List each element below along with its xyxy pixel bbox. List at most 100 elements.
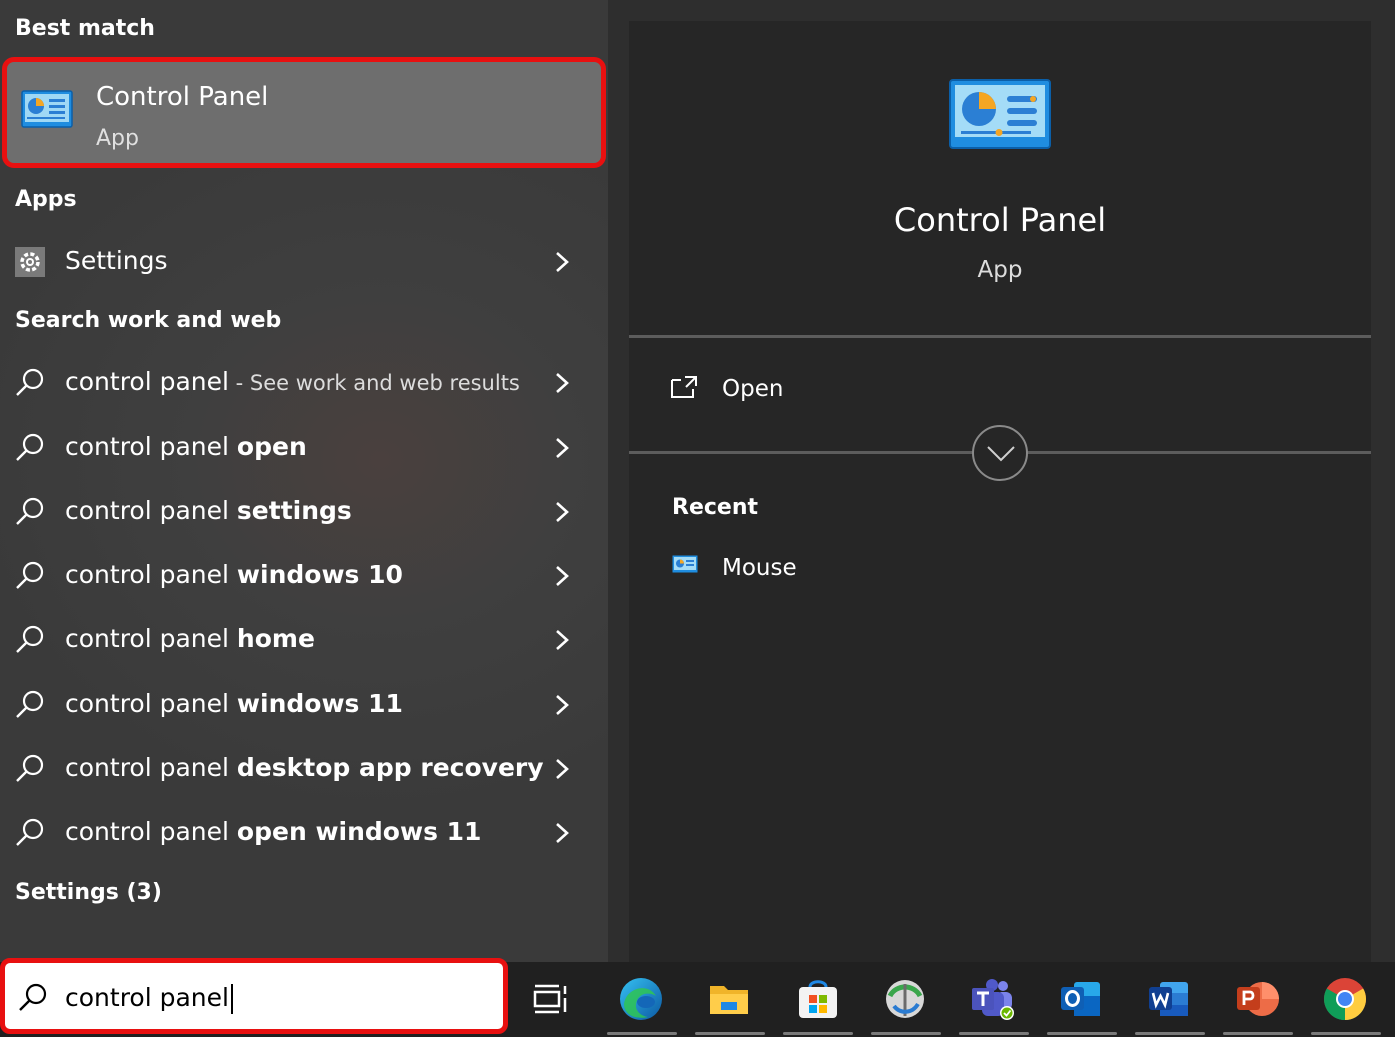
running-indicator [695, 1032, 765, 1035]
web-result-row[interactable]: control panel - See work and web results [0, 353, 600, 413]
web-result-query: control panel [65, 560, 237, 589]
control-panel-small-icon [672, 555, 698, 573]
web-result-query: control panel [65, 753, 237, 782]
chevron-right-icon[interactable] [552, 500, 572, 524]
web-result-suggestion: windows 11 [236, 689, 403, 718]
running-indicator [1223, 1032, 1293, 1035]
search-icon [16, 497, 44, 525]
running-indicator [871, 1032, 941, 1035]
web-result-text: control panel open windows 11 [65, 817, 481, 846]
search-input[interactable]: control panel [65, 983, 233, 1014]
running-indicator [1311, 1032, 1381, 1035]
control-panel-large-icon [949, 79, 1051, 149]
chevron-right-icon[interactable] [552, 821, 572, 845]
best-match-control-panel[interactable]: Control Panel App [2, 57, 606, 168]
web-result-query: control panel [65, 689, 237, 718]
web-result-suggestion: desktop app recovery [236, 753, 544, 782]
web-result-row[interactable]: control panel home [0, 610, 600, 670]
chevron-down-icon [987, 446, 1015, 462]
edge-icon[interactable] [618, 976, 664, 1022]
search-icon [16, 690, 44, 718]
search-icon [16, 818, 44, 846]
open-label: Open [722, 376, 784, 402]
outlook-icon[interactable] [1058, 976, 1104, 1022]
best-match-title: Control Panel [96, 82, 269, 112]
recent-header: Recent [672, 495, 759, 520]
chevron-right-icon[interactable] [552, 250, 572, 274]
chevron-right-icon[interactable] [552, 757, 572, 781]
expand-actions-button[interactable] [972, 425, 1028, 481]
best-match-subtitle: App [96, 126, 139, 151]
web-result-text: control panel open [65, 432, 307, 461]
running-indicator [959, 1032, 1029, 1035]
recent-item-label: Mouse [722, 555, 797, 581]
web-result-row[interactable]: control panel settings [0, 482, 600, 542]
preview-subtitle: App [977, 257, 1023, 283]
search-results-pane: Best match Control Panel App Apps Settin… [0, 0, 608, 962]
task-view-icon[interactable] [528, 976, 574, 1022]
preview-card: Control Panel App Open Recent Mouse [629, 21, 1371, 962]
best-match-header: Best match [15, 16, 155, 41]
chrome-icon[interactable] [1322, 976, 1368, 1022]
preview-title: Control Panel [893, 201, 1107, 239]
web-result-row[interactable]: control panel open [0, 418, 600, 478]
web-result-suggestion: open windows 11 [236, 817, 482, 846]
web-result-text: control panel home [65, 624, 315, 653]
microsoft-store-icon[interactable] [795, 976, 841, 1022]
taskbar: control panel [0, 958, 1395, 1037]
web-result-row[interactable]: control panel desktop app recovery [0, 739, 600, 799]
web-result-text: control panel desktop app recovery [65, 753, 544, 782]
running-indicator [607, 1032, 677, 1035]
preview-pane: Control Panel App Open Recent Mouse [608, 0, 1395, 962]
web-result-text: control panel windows 11 [65, 689, 403, 718]
chevron-right-icon[interactable] [552, 371, 572, 395]
text-caret [230, 984, 233, 1014]
running-indicator [1047, 1032, 1117, 1035]
web-result-query: control panel [65, 496, 237, 525]
divider [629, 335, 1371, 338]
teams-icon[interactable] [970, 976, 1016, 1022]
web-result-query: control panel [65, 367, 229, 396]
chevron-right-icon[interactable] [552, 436, 572, 460]
web-result-suggestion: home [236, 624, 315, 653]
web-result-text: control panel - See work and web results [65, 367, 520, 396]
powerpoint-icon[interactable] [1234, 976, 1280, 1022]
web-result-row[interactable]: control panel windows 11 [0, 675, 600, 735]
chevron-right-icon[interactable] [552, 693, 572, 717]
word-icon[interactable] [1146, 976, 1192, 1022]
file-explorer-icon[interactable] [706, 976, 752, 1022]
chevron-right-icon[interactable] [552, 564, 572, 588]
web-result-hint: - See work and web results [228, 371, 520, 395]
app-result-label: Settings [65, 246, 168, 275]
search-icon [16, 625, 44, 653]
web-result-text: control panel settings [65, 496, 352, 525]
apps-header: Apps [15, 187, 77, 212]
running-indicator [1135, 1032, 1205, 1035]
running-indicator [783, 1032, 853, 1035]
network-app-icon[interactable] [882, 976, 928, 1022]
control-panel-icon [21, 90, 73, 128]
web-result-row[interactable]: control panel windows 10 [0, 546, 600, 606]
recent-item-mouse[interactable]: Mouse [672, 549, 972, 589]
app-result-settings[interactable]: Settings [0, 232, 600, 292]
search-input-text: control panel [65, 983, 229, 1012]
search-icon [16, 433, 44, 461]
taskbar-search-box[interactable]: control panel [0, 958, 508, 1034]
search-icon [16, 561, 44, 589]
web-result-suggestion: windows 10 [236, 560, 403, 589]
web-result-suggestion: settings [236, 496, 352, 525]
search-web-header: Search work and web [15, 308, 282, 333]
open-external-icon [671, 376, 697, 398]
open-action[interactable]: Open [669, 366, 969, 416]
web-result-text: control panel windows 10 [65, 560, 403, 589]
web-result-row[interactable]: control panel open windows 11 [0, 803, 600, 863]
settings-count-header[interactable]: Settings (3) [15, 880, 162, 905]
web-result-suggestion: open [236, 432, 307, 461]
web-result-query: control panel [65, 624, 237, 653]
search-icon [16, 368, 44, 396]
settings-gear-icon [15, 247, 45, 277]
web-result-query: control panel [65, 817, 237, 846]
search-icon [19, 983, 47, 1011]
web-result-query: control panel [65, 432, 237, 461]
chevron-right-icon[interactable] [552, 628, 572, 652]
